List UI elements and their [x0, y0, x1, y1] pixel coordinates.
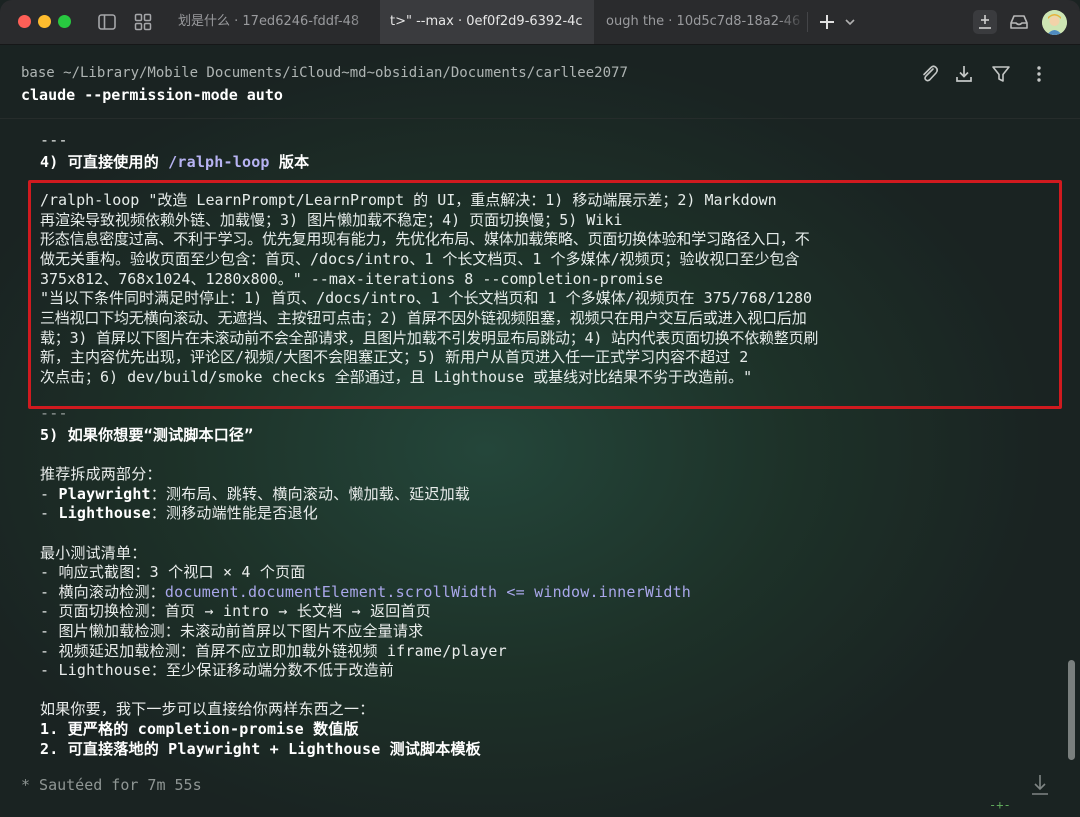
- section-rule: ---: [40, 131, 68, 149]
- avatar[interactable]: [1042, 10, 1067, 35]
- checklist-text: - 横向滚动检测：: [40, 583, 165, 601]
- command-line: 再渲染导致视频依赖外链、加载慢；3) 图片懒加载不稳定；4) 页面切换慢；5) …: [40, 211, 623, 229]
- header-divider: [0, 118, 1080, 119]
- checklist-item: - 视频延迟加载检测：首屏不应立即加载外链视频 iframe/player: [40, 642, 507, 660]
- bullet: -: [40, 504, 59, 522]
- list-item: - Lighthouse：测移动端性能是否退化: [40, 502, 318, 523]
- command-line: /ralph-loop "改造 LearnPrompt/LearnPrompt …: [40, 191, 777, 209]
- close-window-button[interactable]: [18, 15, 31, 28]
- command-line: 新，主内容优先出现，评论区/视频/大图不会阻塞正文；5) 新用户从首页进入任一正…: [40, 348, 749, 366]
- filter-icon[interactable]: [990, 63, 1012, 85]
- checklist-title: 最小测试清单：: [40, 544, 147, 562]
- checklist-item: - 图片懒加载检测：未滚动前首屏以下图片不应全量请求: [40, 622, 424, 640]
- tool-desc: ：测移动端性能是否退化: [150, 504, 318, 522]
- running-command: claude --permission-mode auto: [21, 86, 283, 104]
- more-vertical-icon[interactable]: [1028, 63, 1050, 85]
- tab-divider: [807, 12, 808, 32]
- corner-mark: -+-: [989, 798, 1011, 812]
- command-line: 做无关重构。验收页面至少包含：首页、/docs/intro、1 个长文档页、1 …: [40, 250, 800, 268]
- command-line: 三档视口下均无横向滚动、无遮挡、主按钮可点击；2) 首屏不因外链视频阻塞，视频只…: [40, 309, 807, 327]
- download-tray-icon[interactable]: [972, 9, 998, 35]
- option-item: 1. 更严格的 completion-promise 数值版: [40, 720, 359, 738]
- command-line: 形态信息密度过高、不利于学习。优先复用现有能力，先优化布局、媒体加载策略、页面切…: [40, 230, 810, 248]
- checklist-item: - Lighthouse：至少保证移动端分数不低于改造前: [40, 661, 394, 679]
- tab-3-label: ough the · 10d5c7d8-18a2-46: [606, 14, 801, 29]
- list-item: - Playwright：测布局、跳转、横向滚动、懒加载、延迟加载: [40, 483, 470, 504]
- tab-3[interactable]: ough the · 10d5c7d8-18a2-46: [596, 0, 806, 44]
- command-line: 载；3) 首屏以下图片在未滚动前不会全部请求，且图片加载不引发明显布局跳动；4)…: [40, 329, 819, 347]
- minimize-window-button[interactable]: [38, 15, 51, 28]
- section-5-heading: 5) 如果你想要“测试脚本口径”: [40, 426, 254, 444]
- jump-to-bottom-icon[interactable]: [1029, 772, 1051, 798]
- inline-code: document.documentElement.scrollWidth <= …: [164, 583, 692, 601]
- new-tab-plus-icon[interactable]: [816, 11, 838, 33]
- command-line: 次点击；6) dev/build/smoke checks 全部通过，且 Lig…: [40, 368, 753, 386]
- tool-name: Lighthouse: [58, 504, 151, 522]
- sidebar-toggle-icon[interactable]: [96, 11, 118, 33]
- command-line: "当以下条件同时满足时停止：1) 首页、/docs/intro、1 个长文档页和…: [40, 289, 813, 307]
- command-line: 375x812、768x1024、1280x800。" --max-iterat…: [40, 270, 663, 288]
- grid-icon[interactable]: [132, 11, 154, 33]
- heading-suffix: 版本: [269, 153, 310, 171]
- chevron-down-icon[interactable]: [842, 11, 858, 33]
- status-spinner-text: * Sautéed for 7m 55s: [21, 776, 202, 794]
- heading-prefix: 4) 可直接使用的: [40, 153, 169, 171]
- inbox-icon[interactable]: [1008, 11, 1030, 33]
- terminal-window: 划是什么 · 17ed6246-fddf-48 t>" --max · 0ef0…: [0, 0, 1080, 817]
- checklist-item: - 响应式截图：3 个视口 × 4 个页面: [40, 563, 306, 581]
- tool-desc: ：测布局、跳转、横向滚动、懒加载、延迟加载: [150, 485, 470, 503]
- paperclip-icon[interactable]: [918, 63, 940, 85]
- download-icon[interactable]: [953, 63, 975, 85]
- zoom-window-button[interactable]: [58, 15, 71, 28]
- tab-2-active[interactable]: t>" --max · 0ef0f2d9-6392-4c: [380, 0, 594, 44]
- parts-intro: 推荐拆成两部分：: [40, 465, 162, 483]
- checklist-item: - 页面切换检测：首页 → intro → 长文档 → 返回首页: [40, 602, 431, 620]
- option-item: 2. 可直接落地的 Playwright + Lighthouse 测试脚本模板: [40, 740, 481, 758]
- tool-name: Playwright: [58, 485, 151, 503]
- tab-bar: 划是什么 · 17ed6246-fddf-48 t>" --max · 0ef0…: [0, 0, 1080, 45]
- tab-1[interactable]: 划是什么 · 17ed6246-fddf-48: [168, 0, 378, 44]
- scrollbar-thumb[interactable]: [1068, 660, 1075, 760]
- tab-1-label: 划是什么 · 17ed6246-fddf-48: [178, 14, 360, 29]
- working-directory: base ~/Library/Mobile Documents/iCloud~m…: [21, 65, 628, 81]
- bullet: -: [40, 485, 59, 503]
- checklist-item: - 横向滚动检测：document.documentElement.scroll…: [40, 581, 691, 602]
- tab-2-label: t>" --max · 0ef0f2d9-6392-4c: [390, 14, 583, 29]
- section-rule: ---: [40, 404, 68, 422]
- section-4-heading: 4) 可直接使用的 /ralph-loop 版本: [40, 151, 309, 172]
- offer-text: 如果你要，我下一步可以直接给你两样东西之一：: [40, 700, 375, 718]
- heading-command: /ralph-loop: [168, 153, 270, 171]
